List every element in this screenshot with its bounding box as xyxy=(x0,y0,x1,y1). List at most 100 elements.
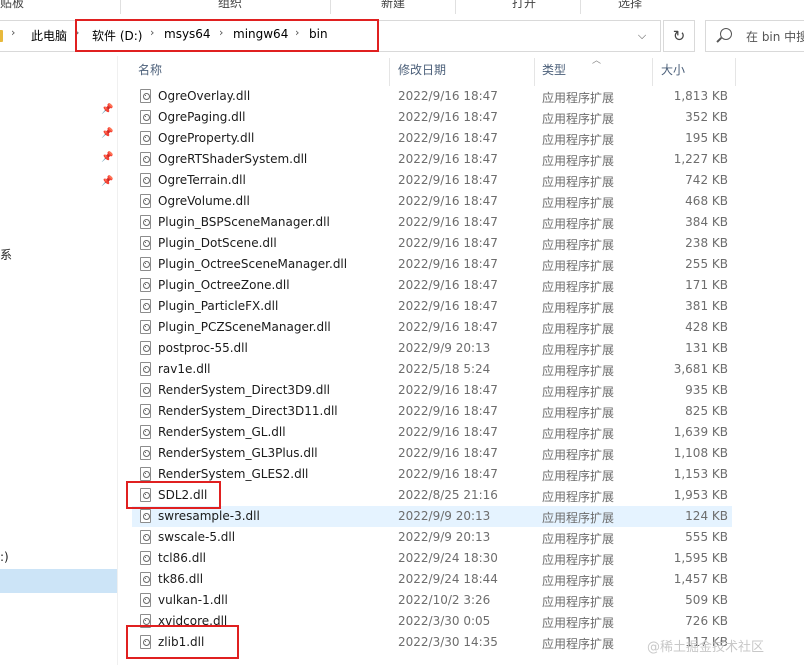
file-name: RenderSystem_GL3Plus.dll xyxy=(158,446,318,460)
table-row[interactable]: OgreTerrain.dll 2022/9/16 18:47 应用程序扩展 742 … xyxy=(132,170,732,191)
table-row[interactable]: vulkan-1.dll 2022/10/2 3:26 应用程序扩展 509 KB xyxy=(132,590,732,611)
breadcrumb-bin[interactable]: bin xyxy=(309,27,328,41)
nav-item-system[interactable]: 系 xyxy=(0,246,12,263)
table-row[interactable]: Plugin_OctreeZone.dll 2022/9/16 18:47 应用程序… xyxy=(132,275,732,296)
file-date: 2022/9/16 18:47 xyxy=(398,173,498,187)
dll-file-icon xyxy=(140,341,151,355)
chevron-right-icon[interactable]: › xyxy=(219,26,223,39)
address-history-dropdown[interactable]: ⌵ xyxy=(633,29,651,45)
file-size: 171 KB xyxy=(685,278,728,292)
table-row[interactable]: RenderSystem_Direct3D11.dll 2022/9/16 18:… xyxy=(132,401,732,422)
table-row[interactable]: Plugin_BSPSceneManager.dll 2022/9/16 18:4… xyxy=(132,212,732,233)
table-row[interactable]: OgrePaging.dll 2022/9/16 18:47 应用程序扩展 352 K… xyxy=(132,107,732,128)
table-row[interactable]: xvidcore.dll 2022/3/30 0:05 应用程序扩展 726 KB xyxy=(132,611,732,632)
refresh-icon: ↻ xyxy=(672,27,686,45)
ribbon-group-new[interactable]: 新建 xyxy=(381,0,405,11)
navigation-pane[interactable]: 📌 📌 📌 📌 系 :) xyxy=(0,56,117,665)
table-row[interactable]: zlib1.dll 2022/3/30 14:35 应用程序扩展 117 KB xyxy=(132,632,732,653)
table-row[interactable]: tcl86.dll 2022/9/24 18:30 应用程序扩展 1,595 KB xyxy=(132,548,732,569)
ribbon-group-select[interactable]: 选择 xyxy=(618,0,642,11)
dll-file-icon xyxy=(140,509,151,523)
file-name: RenderSystem_GLES2.dll xyxy=(158,467,309,481)
table-row[interactable]: OgreProperty.dll 2022/9/16 18:47 应用程序扩展 195… xyxy=(132,128,732,149)
file-type: 应用程序扩展 xyxy=(542,364,615,378)
file-date: 2022/9/16 18:47 xyxy=(398,278,498,292)
pin-icon[interactable]: 📌 xyxy=(101,104,113,116)
file-list[interactable]: 名称 修改日期 类型 ︿ 大小 OgreOverlay.dll 2022/9/16… xyxy=(128,56,804,665)
file-name: rav1e.dll xyxy=(158,362,211,376)
chevron-right-icon[interactable]: › xyxy=(75,26,79,39)
file-name: tk86.dll xyxy=(158,572,204,586)
dll-file-icon xyxy=(140,530,151,544)
table-row[interactable]: Plugin_OctreeSceneManager.dll 2022/9/16 1… xyxy=(132,254,732,275)
table-row[interactable]: postproc-55.dll 2022/9/9 20:13 应用程序扩展 131 K… xyxy=(132,338,732,359)
search-input[interactable]: 在 bin 中搜 xyxy=(705,20,804,52)
file-size: 238 KB xyxy=(685,236,728,250)
breadcrumb-msys64[interactable]: msys64 xyxy=(164,27,211,41)
table-row[interactable]: Plugin_PCZSceneManager.dll 2022/9/16 18:4… xyxy=(132,317,732,338)
ribbon-group-organize[interactable]: 组织 xyxy=(218,0,242,11)
nav-item-selected[interactable] xyxy=(0,569,117,593)
table-row[interactable]: RenderSystem_GL3Plus.dll 2022/9/16 18:47 应… xyxy=(132,443,732,464)
file-date: 2022/9/16 18:47 xyxy=(398,257,498,271)
address-bar-row: › 此电脑 › 软件 (D:) › msys64 › mingw64 › bin… xyxy=(0,14,804,56)
table-row[interactable]: RenderSystem_GL.dll 2022/9/16 18:47 应用程序扩展… xyxy=(132,422,732,443)
table-row[interactable]: tk86.dll 2022/9/24 18:44 应用程序扩展 1,457 KB xyxy=(132,569,732,590)
file-type: 应用程序扩展 xyxy=(542,280,615,294)
table-row[interactable]: Plugin_ParticleFX.dll 2022/9/16 18:47 应用程序… xyxy=(132,296,732,317)
file-type: 应用程序扩展 xyxy=(542,196,615,210)
file-type: 应用程序扩展 xyxy=(542,217,615,231)
breadcrumb-this-pc[interactable]: 此电脑 xyxy=(31,27,67,44)
file-size: 131 KB xyxy=(685,341,728,355)
pane-divider[interactable] xyxy=(117,56,118,665)
table-row[interactable]: swresample-3.dll 2022/9/9 20:13 应用程序扩展 124 … xyxy=(132,506,732,527)
chevron-right-icon[interactable]: › xyxy=(150,26,154,39)
file-name: Plugin_OctreeZone.dll xyxy=(158,278,290,292)
file-size: 1,108 KB xyxy=(673,446,728,460)
file-name: Plugin_DotScene.dll xyxy=(158,236,277,250)
file-type: 应用程序扩展 xyxy=(542,448,615,462)
table-row[interactable]: SDL2.dll 2022/8/25 21:16 应用程序扩展 1,953 KB xyxy=(132,485,732,506)
pin-icon[interactable]: 📌 xyxy=(101,128,113,140)
file-size: 384 KB xyxy=(685,215,728,229)
ribbon-group-clipboard[interactable]: 贴板 xyxy=(0,0,24,11)
nav-item-drive[interactable]: :) xyxy=(0,550,9,564)
file-type: 应用程序扩展 xyxy=(542,511,615,525)
chevron-right-icon[interactable]: › xyxy=(295,26,299,39)
pin-icon[interactable]: 📌 xyxy=(101,176,113,188)
refresh-button[interactable]: ↻ xyxy=(663,20,695,52)
table-row[interactable]: OgreVolume.dll 2022/9/16 18:47 应用程序扩展 468 K… xyxy=(132,191,732,212)
table-row[interactable]: RenderSystem_Direct3D9.dll 2022/9/16 18:4… xyxy=(132,380,732,401)
address-bar[interactable]: › 此电脑 › 软件 (D:) › msys64 › mingw64 › bin… xyxy=(0,20,661,52)
column-header-date[interactable]: 修改日期 xyxy=(398,61,446,78)
column-header-type[interactable]: 类型 xyxy=(542,61,566,78)
ribbon-strip: 贴板 组织 新建 打开 选择 xyxy=(0,0,804,15)
table-row[interactable]: rav1e.dll 2022/5/18 5:24 应用程序扩展 3,681 KB xyxy=(132,359,732,380)
file-type: 应用程序扩展 xyxy=(542,259,615,273)
file-type: 应用程序扩展 xyxy=(542,574,615,588)
file-date: 2022/9/24 18:44 xyxy=(398,572,498,586)
file-type: 应用程序扩展 xyxy=(542,595,615,609)
table-row[interactable]: swscale-5.dll 2022/9/9 20:13 应用程序扩展 555 KB xyxy=(132,527,732,548)
column-header-size[interactable]: 大小 xyxy=(661,61,685,78)
table-row[interactable]: RenderSystem_GLES2.dll 2022/9/16 18:47 应用程… xyxy=(132,464,732,485)
sort-ascending-icon: ︿ xyxy=(592,56,602,66)
file-date: 2022/9/16 18:47 xyxy=(398,89,498,103)
chevron-right-icon[interactable]: › xyxy=(11,26,15,39)
table-row[interactable]: OgreOverlay.dll 2022/9/16 18:47 应用程序扩展 1,81… xyxy=(132,86,732,107)
file-size: 935 KB xyxy=(685,383,728,397)
pin-icon[interactable]: 📌 xyxy=(101,152,113,164)
file-size: 195 KB xyxy=(685,131,728,145)
column-header-name[interactable]: 名称 xyxy=(138,61,162,78)
file-name: Plugin_ParticleFX.dll xyxy=(158,299,279,313)
ribbon-group-open[interactable]: 打开 xyxy=(512,0,536,11)
table-row[interactable]: Plugin_DotScene.dll 2022/9/16 18:47 应用程序扩展… xyxy=(132,233,732,254)
breadcrumb-mingw64[interactable]: mingw64 xyxy=(233,27,288,41)
file-size: 726 KB xyxy=(685,614,728,628)
file-type: 应用程序扩展 xyxy=(542,112,615,126)
file-date: 2022/9/24 18:30 xyxy=(398,551,498,565)
breadcrumb-drive-d[interactable]: 软件 (D:) xyxy=(92,27,142,44)
table-row[interactable]: OgreRTShaderSystem.dll 2022/9/16 18:47 应用程… xyxy=(132,149,732,170)
file-size: 1,813 KB xyxy=(673,89,728,103)
file-size: 428 KB xyxy=(685,320,728,334)
